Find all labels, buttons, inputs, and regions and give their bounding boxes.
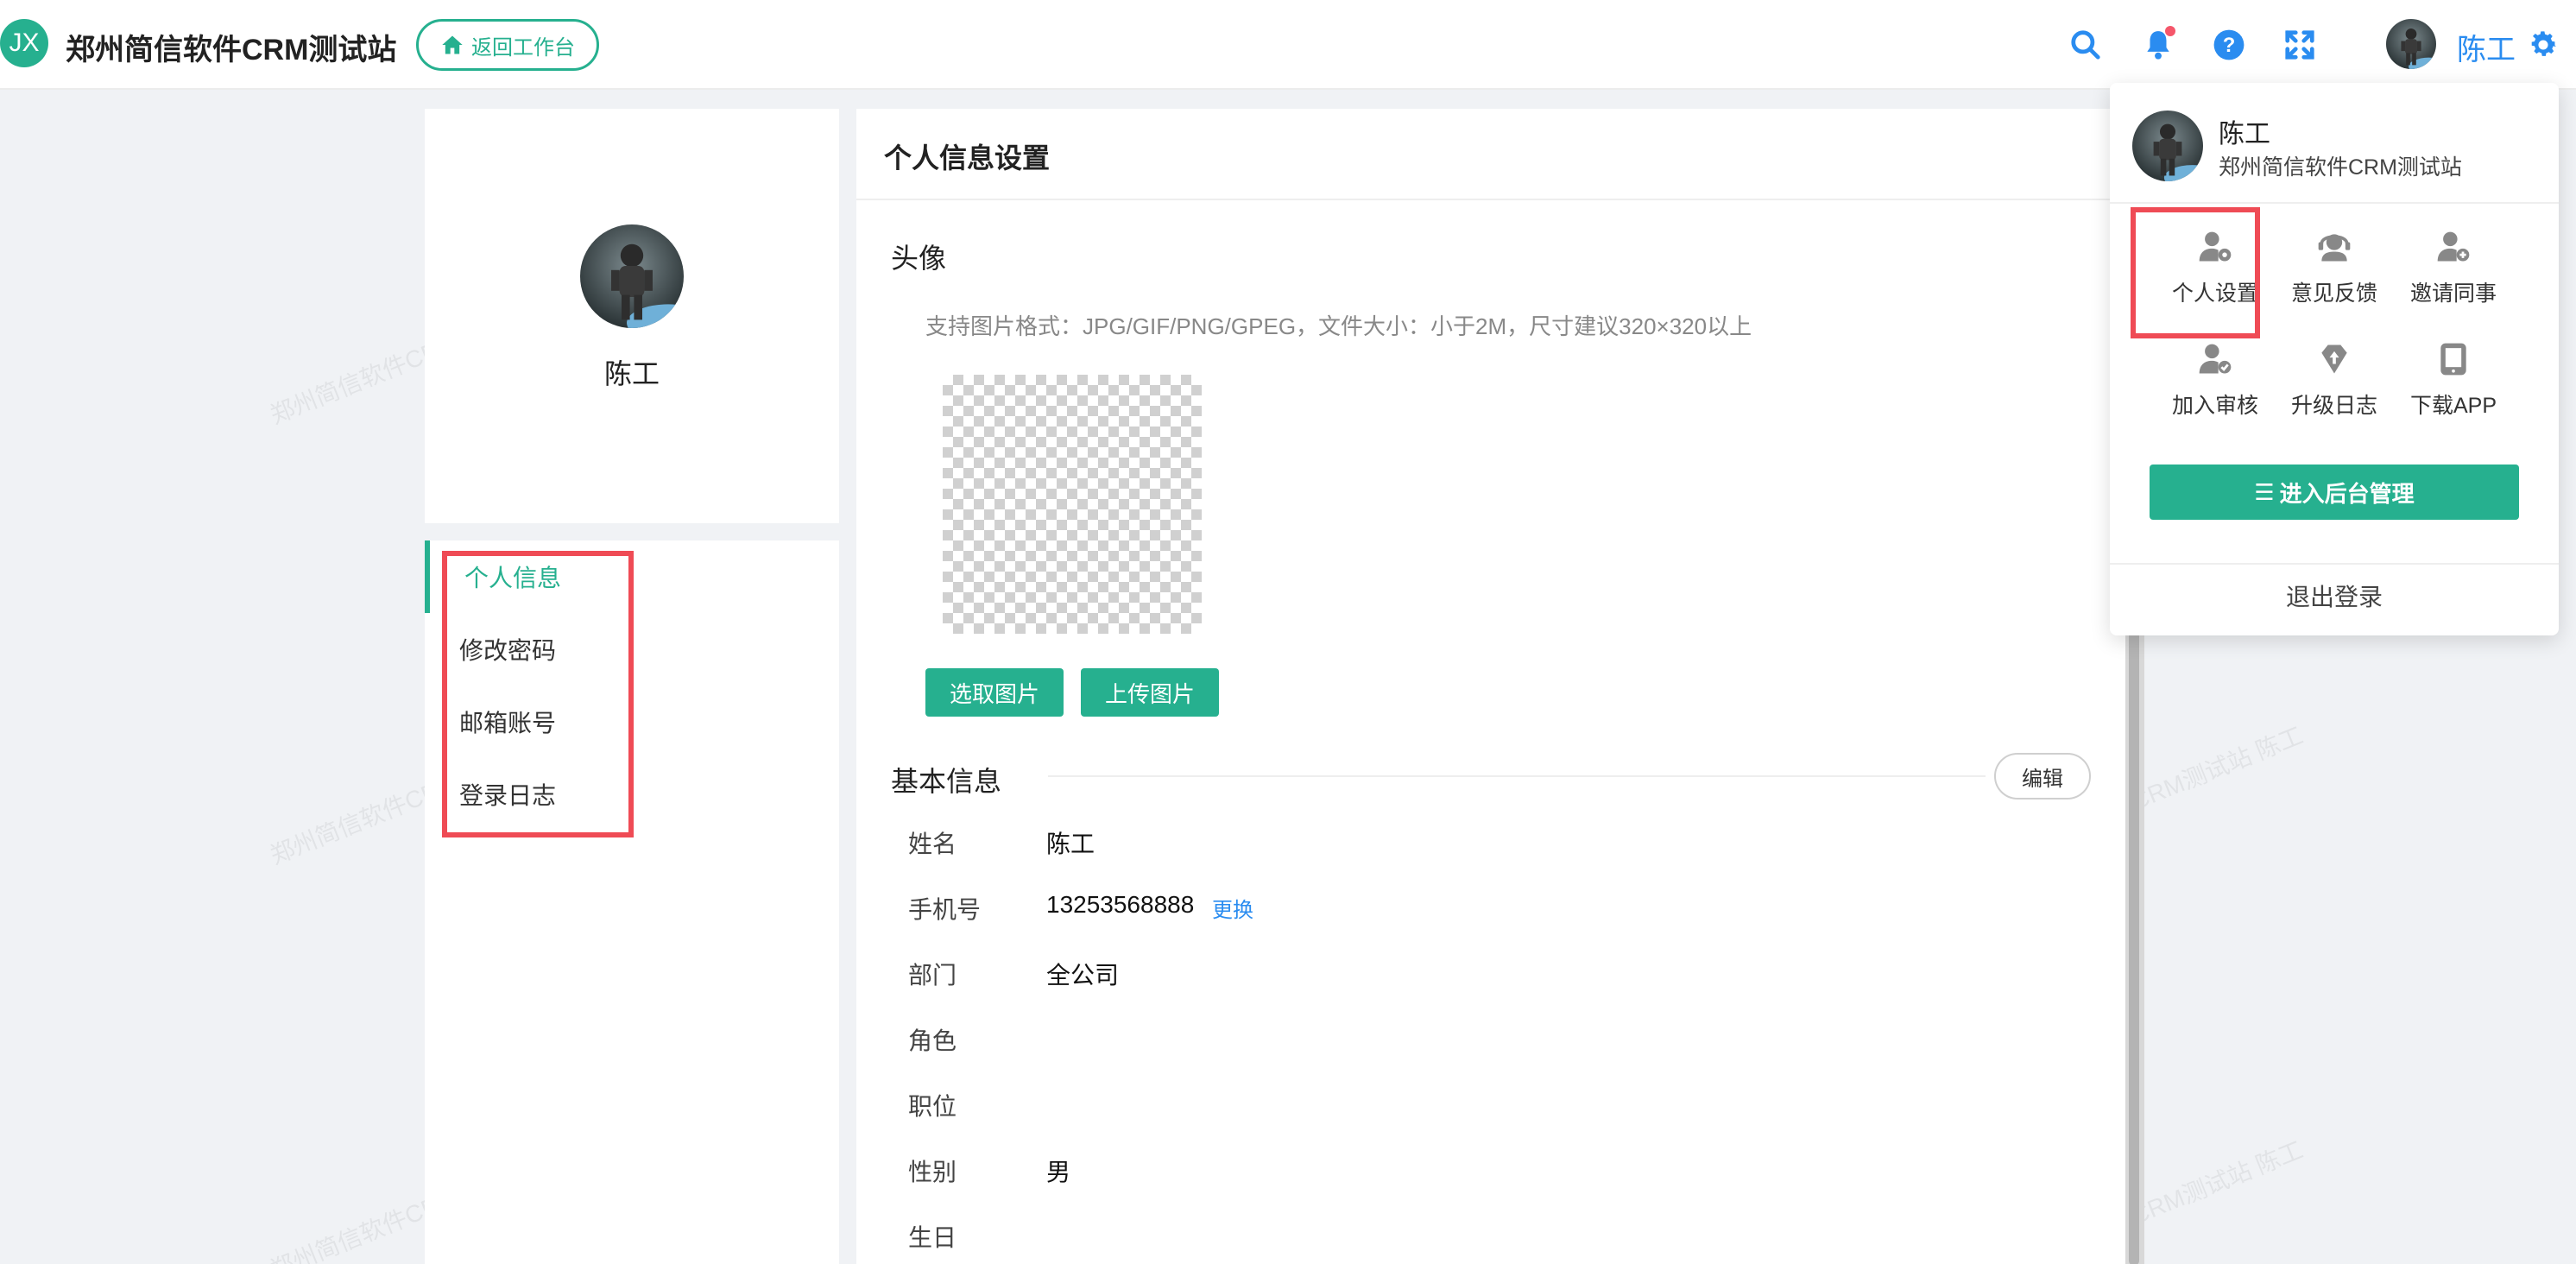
popup-avatar: [2132, 111, 2203, 181]
settings-menu: 个人信息 修改密码 邮箱账号 登录日志: [425, 540, 839, 1264]
popup-item-label: 意见反馈: [2290, 281, 2377, 306]
basic-info-title: 基本信息: [891, 766, 1002, 797]
bell-icon[interactable]: [2139, 26, 2177, 64]
field-value-phone: 13253568888: [1046, 891, 1195, 918]
help-icon[interactable]: ?: [2210, 26, 2248, 64]
menu-item-personal-info[interactable]: 个人信息: [464, 559, 561, 594]
menu-item-email-account[interactable]: 邮箱账号: [459, 705, 556, 739]
profile-card: 陈工: [425, 109, 839, 523]
upgrade-log-icon: [2321, 344, 2347, 374]
home-icon: [442, 35, 463, 54]
popup-item-upgrade-log[interactable]: 升级日志: [2274, 340, 2395, 420]
gear-icon[interactable]: [2524, 26, 2562, 64]
admin-button-label: 进入后台管理: [2279, 480, 2415, 507]
popup-item-label: 加入审核: [2171, 394, 2258, 418]
site-title: 郑州简信软件CRM测试站: [66, 34, 397, 66]
download-app-icon: [2440, 343, 2466, 376]
field-value-department: 全公司: [1046, 962, 1120, 989]
avatar-hint: 支持图片格式：JPG/GIF/PNG/GPEG，文件大小：小于2M，尺寸建议32…: [925, 313, 1752, 339]
profile-name: 陈工: [603, 358, 660, 389]
page-title: 个人信息设置: [884, 142, 1051, 174]
back-to-workbench-button[interactable]: 返回工作台: [416, 19, 599, 71]
logout-button[interactable]: 退出登录: [2110, 578, 2559, 613]
popup-item-feedback[interactable]: 意见反馈: [2274, 228, 2395, 307]
top-bar: JX 郑州简信软件CRM测试站 返回工作台 ? 陈工: [0, 0, 2576, 90]
change-phone-link[interactable]: 更换: [1212, 893, 1253, 923]
menu-item-login-log[interactable]: 登录日志: [459, 777, 556, 812]
field-label-phone: 手机号: [908, 896, 982, 923]
upload-image-button[interactable]: 上传图片: [1081, 668, 1219, 717]
join-review-icon: [2199, 344, 2232, 374]
menu-item-change-password[interactable]: 修改密码: [459, 632, 556, 667]
popup-item-download-app[interactable]: 下载APP: [2393, 340, 2514, 420]
select-image-button[interactable]: 选取图片: [925, 668, 1064, 717]
field-label-gender: 性别: [908, 1159, 957, 1185]
popup-item-label: 个人设置: [2171, 281, 2258, 306]
fullscreen-icon[interactable]: [2281, 26, 2319, 64]
field-label-department: 部门: [908, 962, 957, 989]
popup-item-personal-settings[interactable]: 个人设置: [2155, 228, 2276, 307]
field-value-gender: 男: [1046, 1159, 1071, 1185]
list-icon: ☰: [2254, 478, 2275, 505]
main-panel: 个人信息设置 头像 支持图片格式：JPG/GIF/PNG/GPEG，文件大小：小…: [856, 109, 2125, 1264]
user-settings-icon: [2199, 231, 2232, 262]
popup-name: 陈工: [2219, 120, 2270, 149]
divider: [2110, 202, 2559, 204]
avatar-preview: [943, 375, 1202, 634]
feedback-icon: [2318, 234, 2351, 262]
back-button-label: 返回工作台: [471, 35, 575, 60]
profile-avatar: [580, 224, 684, 328]
field-label-birthday: 生日: [908, 1224, 957, 1251]
popup-item-label: 升级日志: [2290, 394, 2377, 418]
header-avatar[interactable]: [2386, 19, 2436, 69]
popup-item-label: 下载APP: [2409, 394, 2497, 418]
active-indicator: [425, 540, 430, 613]
logo: JX: [0, 19, 48, 67]
popup-site: 郑州简信软件CRM测试站: [2219, 155, 2462, 180]
search-icon[interactable]: [2067, 26, 2105, 64]
popup-item-label: 邀请同事: [2409, 281, 2497, 306]
field-label-role: 角色: [908, 1027, 957, 1054]
divider: [856, 199, 2125, 200]
field-value-name: 陈工: [1046, 831, 1095, 857]
popup-item-join-review[interactable]: 加入审核: [2155, 340, 2276, 420]
svg-text:?: ?: [2223, 34, 2236, 57]
notification-dot: [2165, 26, 2175, 36]
field-label-name: 姓名: [908, 831, 957, 857]
field-label-position: 职位: [908, 1093, 957, 1120]
avatar-section-title: 头像: [891, 243, 947, 274]
edit-button[interactable]: 编辑: [1994, 753, 2091, 799]
user-dropdown: 陈工 郑州简信软件CRM测试站 个人设置 意见反馈 邀请同事 加入审核 升级日志…: [2110, 83, 2559, 635]
divider: [1048, 775, 1986, 777]
popup-item-invite-colleague[interactable]: 邀请同事: [2393, 228, 2514, 307]
divider: [2110, 563, 2559, 565]
header-username[interactable]: 陈工: [2457, 26, 2516, 68]
enter-admin-button[interactable]: ☰ 进入后台管理: [2150, 465, 2519, 520]
invite-user-icon: [2437, 231, 2470, 262]
